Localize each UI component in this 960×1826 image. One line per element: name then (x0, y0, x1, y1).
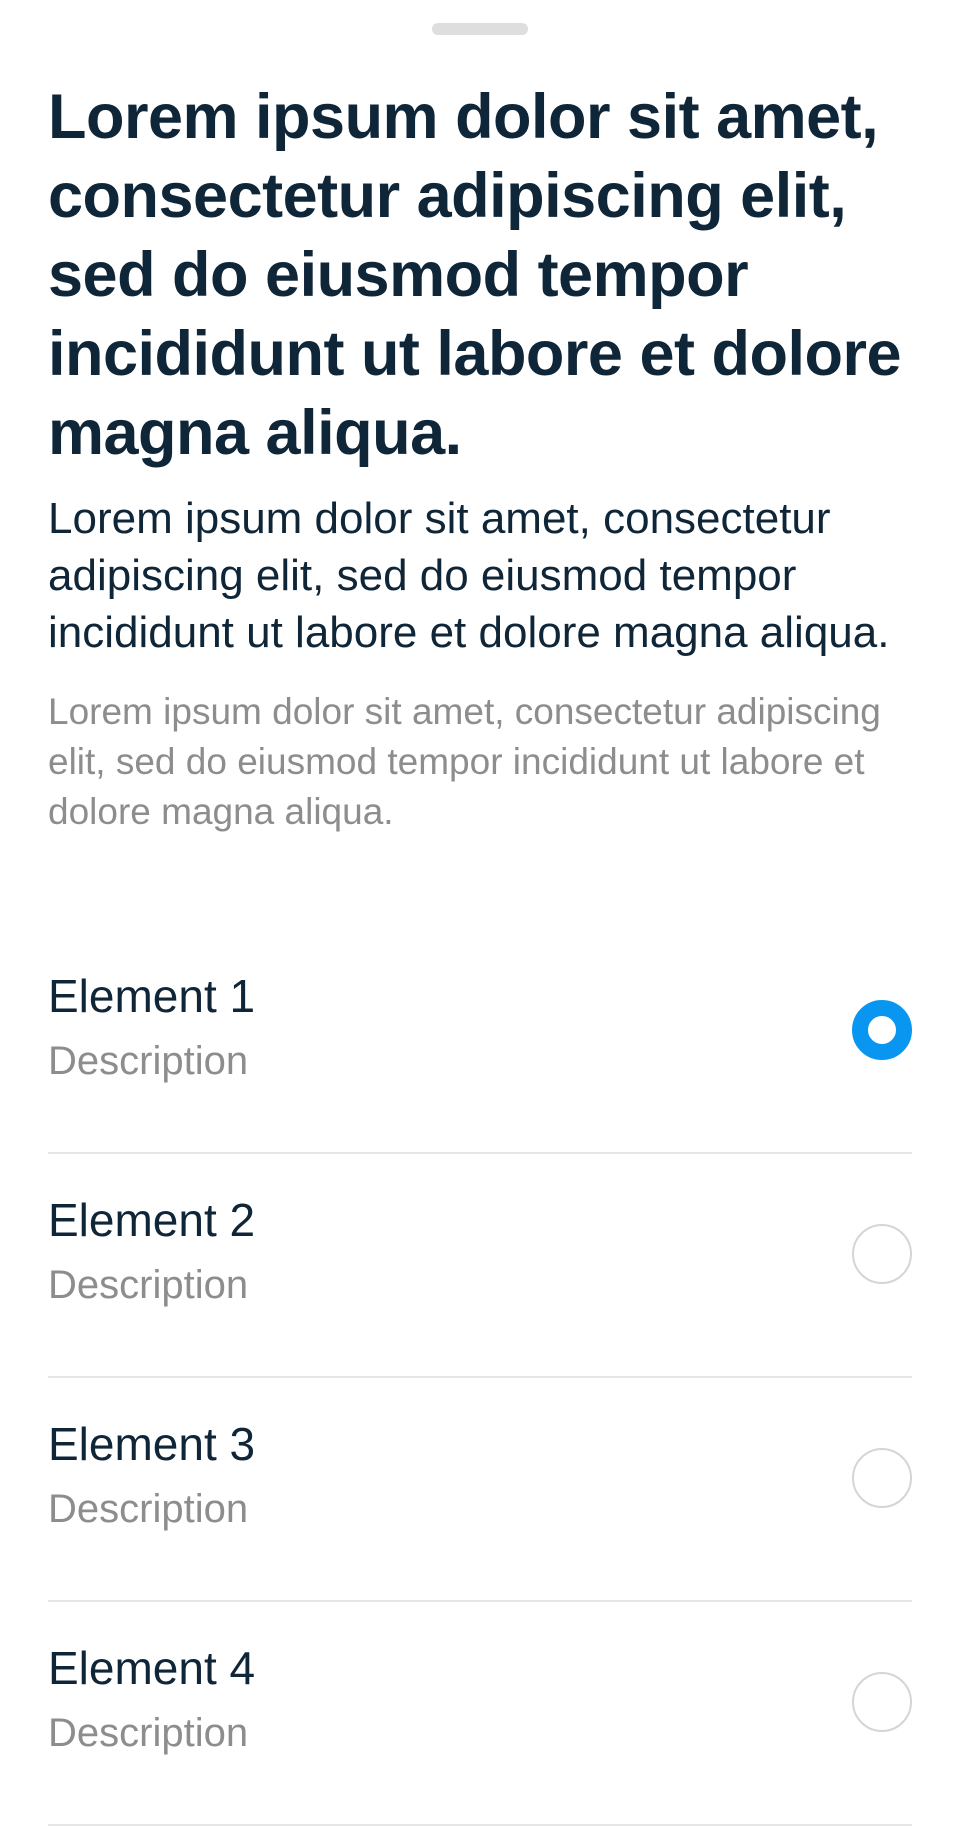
radio-button[interactable] (852, 1448, 912, 1508)
radio-button[interactable] (852, 1224, 912, 1284)
option-description: Description (48, 1487, 249, 1531)
option-label: Element 4 (48, 1642, 256, 1694)
list-item-element-3[interactable]: Element 3 Description (48, 1378, 912, 1602)
option-description: Description (48, 1711, 249, 1755)
sheet-title: Lorem ipsum dolor sit amet, consectetur … (48, 82, 902, 468)
option-label: Element 1 (48, 970, 256, 1022)
option-description: Description (48, 1039, 249, 1083)
drag-handle[interactable] (432, 23, 528, 35)
option-label: Element 3 (48, 1418, 256, 1470)
sheet-caption: Lorem ipsum dolor sit amet, consectetur … (48, 691, 881, 832)
bottom-sheet: Lorem ipsum dolor sit amet, consectetur … (0, 0, 960, 1826)
option-description: Description (48, 1263, 249, 1307)
list-item-element-4[interactable]: Element 4 Description (48, 1602, 912, 1826)
radio-button[interactable] (852, 1000, 912, 1060)
list-item-element-1[interactable]: Element 1 Description (48, 930, 912, 1154)
option-list: Element 1 Description Element 2 Descript… (48, 930, 912, 1826)
sheet-header: Lorem ipsum dolor sit amet, consectetur … (48, 78, 912, 837)
radio-button[interactable] (852, 1672, 912, 1732)
list-item-element-2[interactable]: Element 2 Description (48, 1154, 912, 1378)
sheet-subtitle: Lorem ipsum dolor sit amet, consectetur … (48, 494, 890, 657)
option-label: Element 2 (48, 1194, 256, 1246)
